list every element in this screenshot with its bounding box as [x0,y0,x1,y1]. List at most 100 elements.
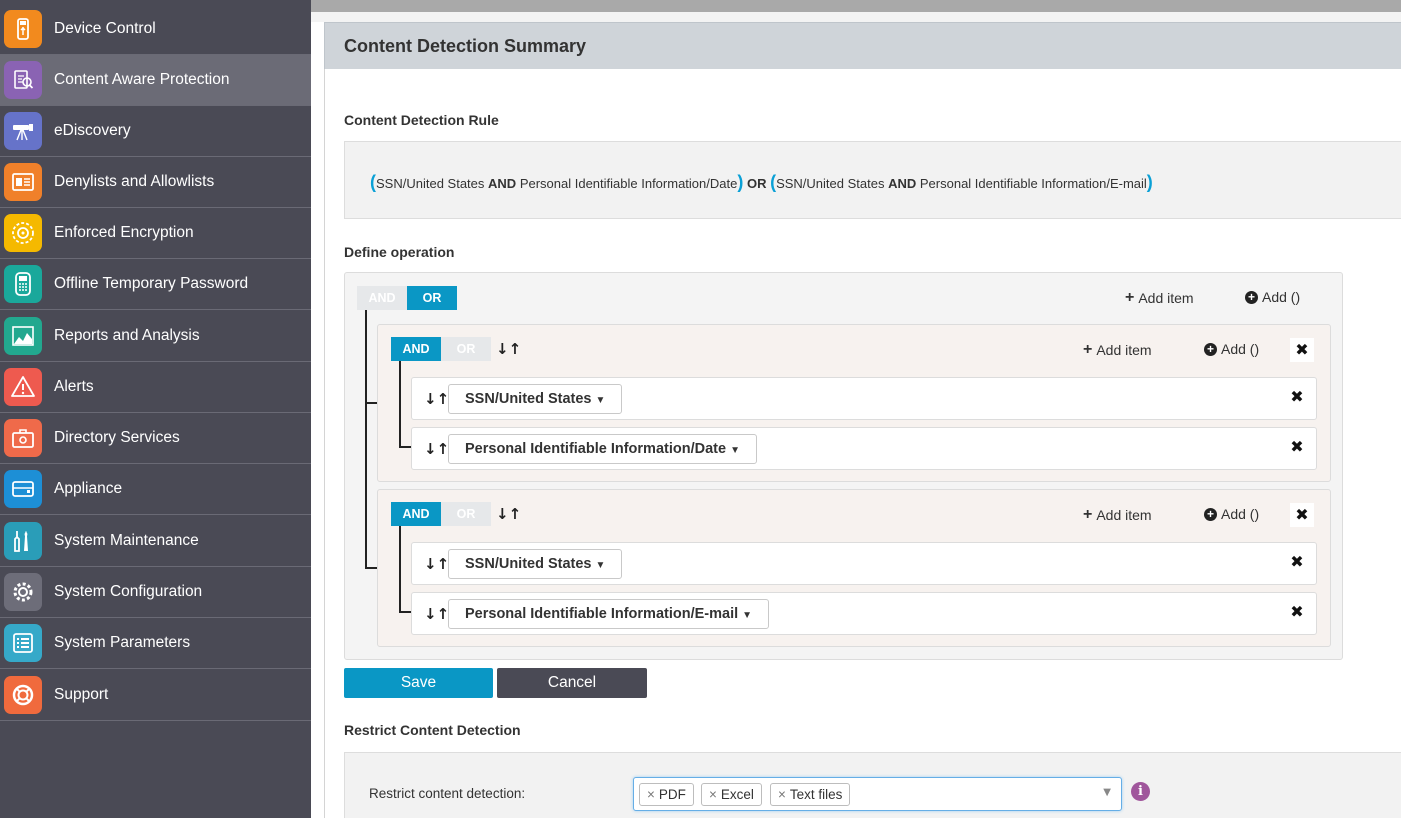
caret-down-icon[interactable]: ▼ [1103,787,1111,798]
sort-icon[interactable]: ↓↑ [424,390,449,408]
condition-value: Personal Identifiable Information/E-mail [465,606,739,622]
condition-item: ↓↑ SSN/United States ▼ ✖ [411,377,1317,420]
group-operator-toggle: AND OR [391,502,491,526]
telescope-icon [4,112,42,150]
group-and-toggle[interactable]: AND [391,337,441,361]
sidebar-item-label: System Parameters [54,634,191,651]
remove-tag-icon[interactable]: × [778,787,786,802]
rule-box: (SSN/United States AND Personal Identifi… [344,141,1401,219]
close-paren: ) [1146,172,1153,192]
sidebar-item-offline-temporary-password[interactable]: Offline Temporary Password [0,259,311,310]
group-and-toggle[interactable]: AND [391,502,441,526]
caret-down-icon: ▼ [730,445,740,456]
root-operator-toggle: AND OR [357,286,457,310]
sort-icon[interactable]: ↓↑ [496,505,521,523]
condition-dropdown[interactable]: SSN/United States ▼ [448,384,623,414]
root-add-paren-button[interactable]: + Add () [1245,289,1300,305]
sidebar-item-support[interactable]: Support [0,670,311,721]
sidebar-item-alerts[interactable]: Alerts [0,362,311,413]
rule-operator: AND [888,176,917,191]
remove-group-button[interactable]: ✖ [1290,338,1314,362]
sidebar-item-label: Enforced Encryption [54,224,194,241]
operation-builder: AND OR + Add item + Add () AND OR ↓↑ + Add … [344,272,1343,660]
condition-dropdown[interactable]: Personal Identifiable Information/E-mail… [448,599,770,629]
remove-tag-icon[interactable]: × [709,787,717,802]
restrict-tags-input[interactable]: × PDF × Excel × Text files ▼ [633,777,1122,811]
caret-down-icon: ▼ [595,560,606,571]
sidebar-item-denylists[interactable]: Denylists and Allowlists [0,157,311,208]
tree-line [399,611,411,613]
sidebar-item-system-configuration[interactable]: System Configuration [0,567,311,618]
sort-icon[interactable]: ↓↑ [496,340,521,358]
chart-icon [4,317,42,355]
sidebar-item-system-parameters[interactable]: System Parameters [0,618,311,669]
lock-dial-icon [4,214,42,252]
condition-group: AND OR ↓↑ + Add item + Add () ✖ ↓↑ SSN/Uni… [377,324,1331,482]
add-item-label: Add item [1096,342,1152,358]
group-add-item-button[interactable]: + Add item [1083,341,1152,359]
sidebar-item-appliance[interactable]: Appliance [0,464,311,515]
rule-term: SSN/United States [376,176,485,191]
keypad-icon [4,265,42,303]
rule-term: Personal Identifiable Information/Date [519,176,738,191]
define-operation-label: Define operation [344,244,455,260]
sort-icon[interactable]: ↓↑ [424,605,449,623]
root-or-toggle[interactable]: OR [407,286,457,310]
remove-item-button[interactable]: ✖ [1285,550,1309,574]
plus-icon: + [1083,506,1093,523]
remove-tag-icon[interactable]: × [647,787,655,802]
group-or-toggle[interactable]: OR [441,502,491,526]
sidebar-item-label: Alerts [54,378,94,395]
sidebar-item-enforced-encryption[interactable]: Enforced Encryption [0,208,311,259]
restrict-section-label: Restrict Content Detection [344,722,521,738]
group-add-paren-button[interactable]: + Add () [1204,341,1259,357]
info-icon[interactable]: i [1131,782,1150,801]
sort-icon[interactable]: ↓↑ [424,440,449,458]
sidebar-item-content-aware-protection[interactable]: Content Aware Protection [0,55,311,106]
parameters-list-icon [4,624,42,662]
condition-dropdown[interactable]: Personal Identifiable Information/Date ▼ [448,434,757,464]
remove-item-button[interactable]: ✖ [1285,435,1309,459]
group-or-toggle[interactable]: OR [441,337,491,361]
group-add-item-button[interactable]: + Add item [1083,506,1152,524]
top-bar [311,0,1401,12]
restrict-label: Restrict content detection: [369,786,526,801]
save-button[interactable]: Save [344,668,493,698]
sidebar-item-ediscovery[interactable]: eDiscovery [0,106,311,157]
sort-icon[interactable]: ↓↑ [424,555,449,573]
tag-pdf: × PDF [639,783,694,806]
sidebar-item-label: Directory Services [54,429,180,446]
cancel-button[interactable]: Cancel [497,668,647,698]
sidebar-item-device-control[interactable]: Device Control [0,4,311,55]
plus-circle-icon: + [1245,290,1258,304]
sidebar-item-reports-and-analysis[interactable]: Reports and Analysis [0,311,311,362]
condition-value: SSN/United States [465,556,592,572]
page-title: Content Detection Summary [344,36,587,56]
condition-item: ↓↑ Personal Identifiable Information/Dat… [411,427,1317,470]
rule-expression: (SSN/United States AND Personal Identifi… [370,172,1153,193]
plus-circle-icon: + [1204,342,1217,356]
tag-text-files: × Text files [770,783,851,806]
condition-value: Personal Identifiable Information/Date [465,441,727,457]
rule-term: Personal Identifiable Information/E-mail [919,176,1147,191]
condition-item: ↓↑ Personal Identifiable Information/E-m… [411,592,1317,635]
root-and-toggle[interactable]: AND [357,286,407,310]
restrict-box: Restrict content detection: × PDF × Excel … [344,752,1401,818]
condition-value: SSN/United States [465,391,592,407]
remove-group-button[interactable]: ✖ [1290,503,1314,527]
condition-dropdown[interactable]: SSN/United States ▼ [448,549,623,579]
sidebar-item-directory-services[interactable]: Directory Services [0,413,311,464]
group-add-paren-button[interactable]: + Add () [1204,506,1259,522]
remove-item-button[interactable]: ✖ [1285,385,1309,409]
panel-header: Content Detection Summary [324,22,1401,69]
sidebar-item-label: System Configuration [54,583,203,600]
group-operator-toggle: AND OR [391,337,491,361]
sidebar-item-label: Appliance [54,480,123,497]
tree-line [399,526,401,612]
close-paren: ) [737,172,744,192]
sidebar-item-system-maintenance[interactable]: System Maintenance [0,516,311,567]
add-paren-label: Add () [1221,506,1260,522]
remove-item-button[interactable]: ✖ [1285,600,1309,624]
tree-line [365,402,377,404]
root-add-item-button[interactable]: + Add item [1125,289,1194,307]
